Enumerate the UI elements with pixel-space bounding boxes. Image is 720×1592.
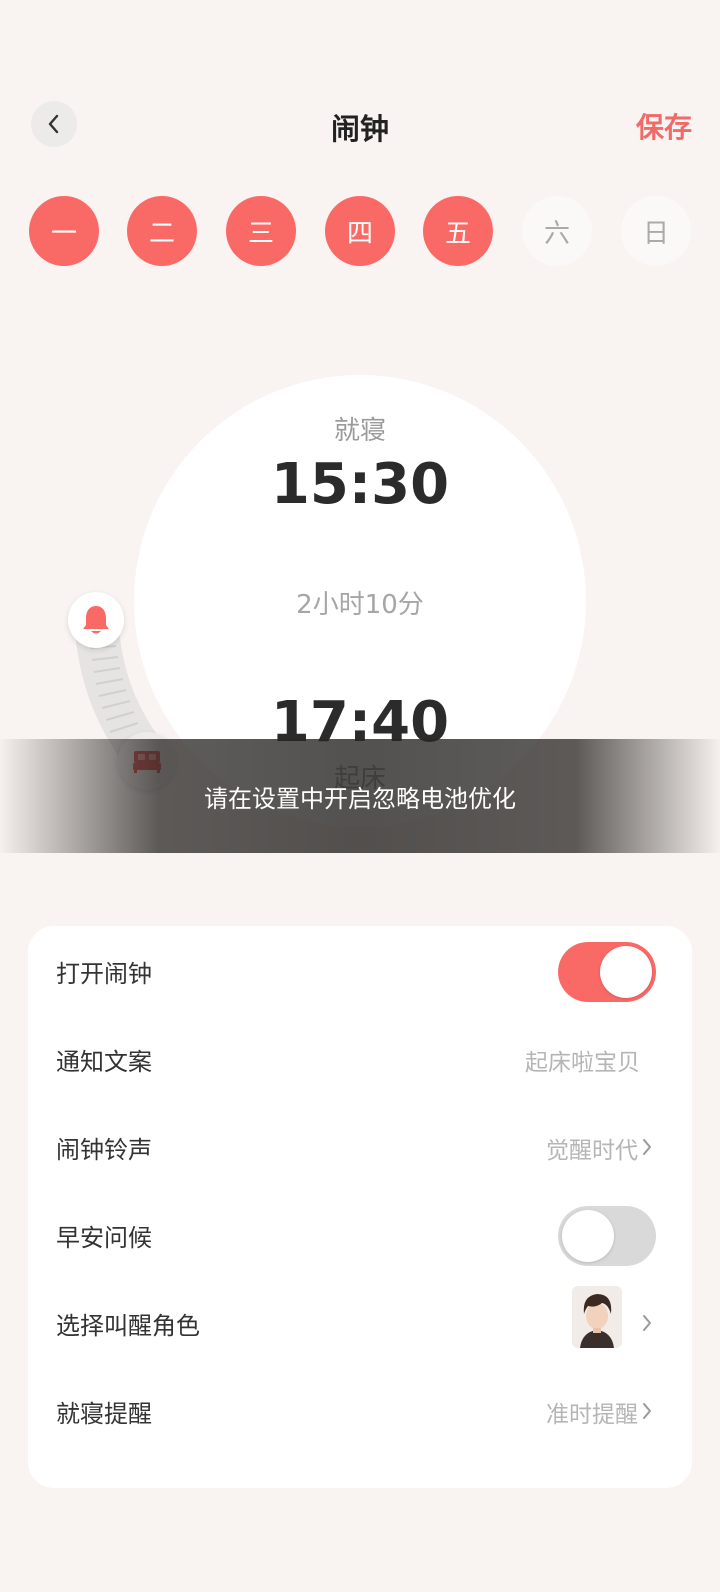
day-mon[interactable]: 一 <box>29 196 99 266</box>
greeting-label: 早安问候 <box>56 1224 152 1252</box>
alarm-toggle-row: 打开闹钟 <box>28 926 692 1014</box>
sleep-duration: 2小时10分 <box>296 590 424 620</box>
greeting-toggle[interactable] <box>558 1206 656 1266</box>
header: 闹钟 保存 <box>0 100 720 148</box>
bedtime-reminder-label: 就寝提醒 <box>56 1400 152 1428</box>
alarm-toggle-label: 打开闹钟 <box>56 960 152 988</box>
avatar <box>572 1286 622 1348</box>
role-label: 选择叫醒角色 <box>56 1312 200 1340</box>
page-title: 闹钟 <box>330 112 389 146</box>
day-wed[interactable]: 三 <box>226 196 296 266</box>
notify-text-value: 起床啦宝贝 <box>525 1050 640 1076</box>
day-sat[interactable]: 六 <box>522 196 592 266</box>
weekday-selector: 一 二 三 四 五 六 日 <box>0 196 720 266</box>
notify-text-row[interactable]: 通知文案 起床啦宝贝 <box>28 1014 692 1102</box>
chevron-right-icon <box>643 1139 651 1155</box>
toggle-thumb <box>562 1210 614 1262</box>
notify-text-label: 通知文案 <box>56 1048 152 1076</box>
bedtime-reminder-value: 准时提醒 <box>546 1402 638 1428</box>
day-fri[interactable]: 五 <box>423 196 493 266</box>
settings-card: 打开闹钟 通知文案 起床啦宝贝 闹钟铃声 觉醒时代 早安问候 选择叫醒角色 就寝… <box>28 926 692 1488</box>
day-tue[interactable]: 二 <box>127 196 197 266</box>
ringtone-label: 闹钟铃声 <box>56 1136 152 1164</box>
bedtime-label: 就寝 <box>333 416 386 446</box>
bedtime-value: 15:30 <box>270 452 450 517</box>
save-button[interactable]: 保存 <box>636 106 692 146</box>
chevron-right-icon <box>643 1315 651 1331</box>
ringtone-value: 觉醒时代 <box>546 1138 638 1164</box>
role-row[interactable]: 选择叫醒角色 <box>28 1278 692 1366</box>
chevron-right-icon <box>643 1403 651 1419</box>
greeting-toggle-row: 早安问候 <box>28 1190 692 1278</box>
ringtone-row[interactable]: 闹钟铃声 觉醒时代 <box>28 1102 692 1190</box>
day-thu[interactable]: 四 <box>325 196 395 266</box>
day-sun[interactable]: 日 <box>621 196 691 266</box>
toggle-thumb <box>600 946 652 998</box>
toast-message: 请在设置中开启忽略电池优化 <box>0 739 720 853</box>
alarm-toggle[interactable] <box>558 942 656 1002</box>
bedtime-reminder-row[interactable]: 就寝提醒 准时提醒 <box>28 1366 692 1454</box>
